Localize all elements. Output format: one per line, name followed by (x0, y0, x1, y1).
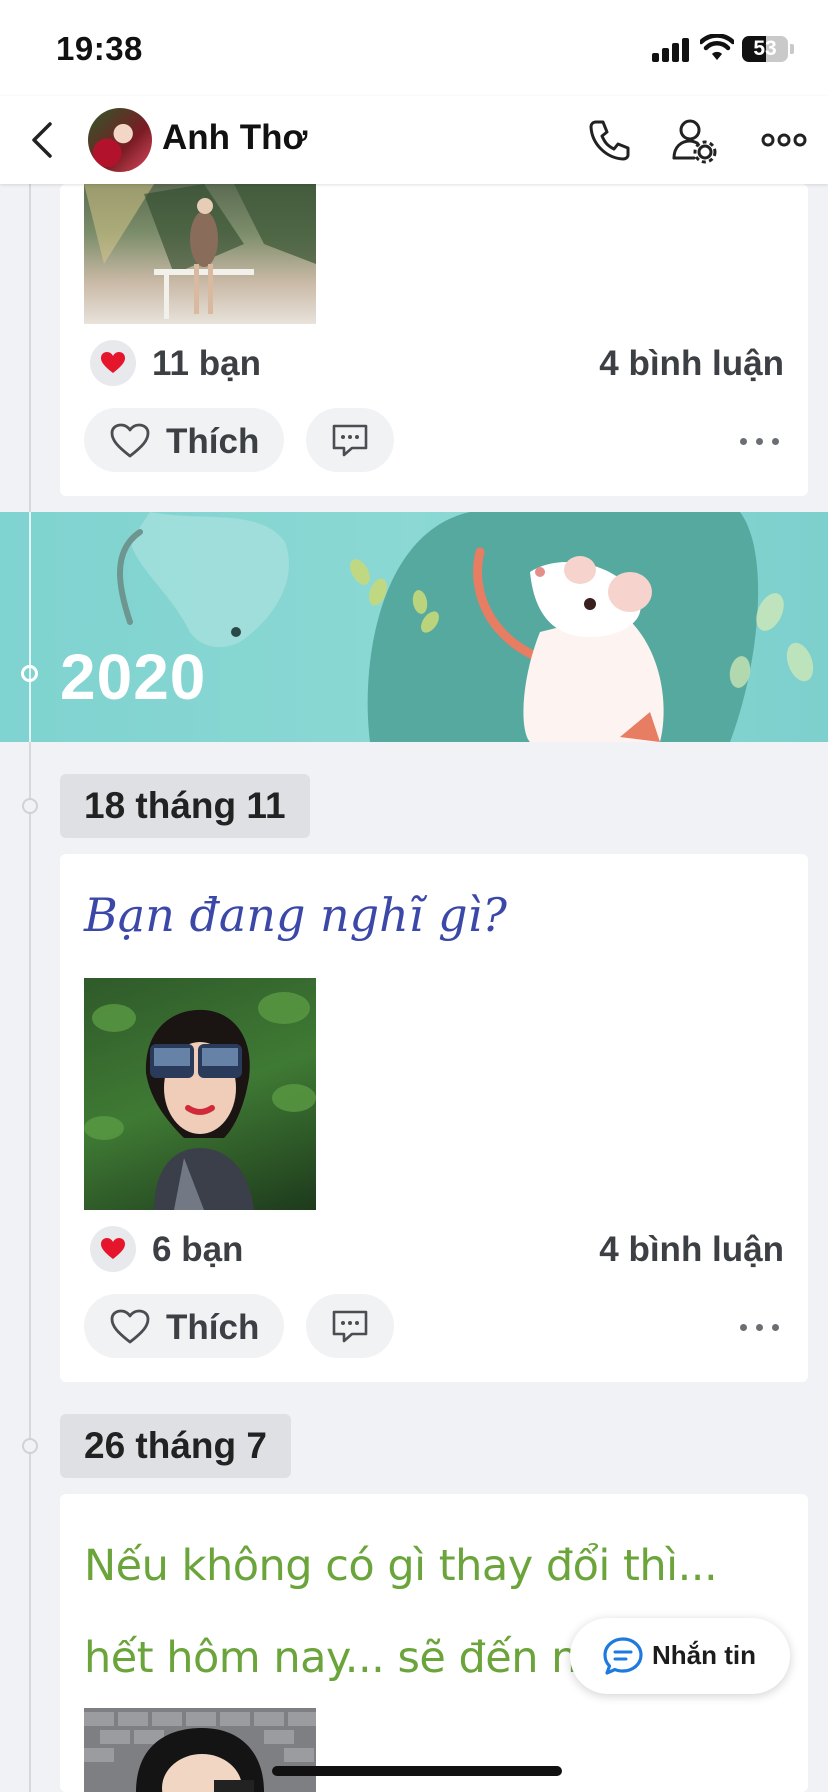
cellular-signal-icon (652, 38, 690, 62)
comment-button[interactable] (306, 408, 394, 472)
comment-icon (332, 424, 368, 457)
likes-count[interactable]: 6 bạn (152, 1230, 243, 1270)
home-indicator[interactable] (272, 1766, 562, 1776)
message-button[interactable]: Nhắn tin (570, 1618, 790, 1694)
heart-outline-icon (110, 1309, 150, 1344)
timeline-dot (22, 1438, 38, 1454)
date-label: 26 tháng 7 (60, 1414, 291, 1478)
heart-outline-icon (110, 423, 150, 458)
user-settings-icon[interactable] (668, 114, 720, 166)
profile-name[interactable]: Anh Thơ (162, 118, 307, 158)
avatar[interactable] (88, 108, 152, 172)
post-card[interactable]: 11 bạn 4 bình luận Thích (60, 184, 808, 496)
like-label: Thích (166, 422, 260, 461)
comments-count[interactable]: 4 bình luận (599, 344, 784, 384)
banner-year: 2020 (60, 641, 207, 713)
battery-tip (790, 44, 794, 54)
phone-icon[interactable] (584, 114, 636, 166)
timeline-line (29, 184, 31, 1792)
more-horizontal-icon[interactable] (758, 114, 810, 166)
message-label: Nhắn tin (652, 1640, 756, 1670)
chat-bubble-icon (603, 1637, 643, 1675)
status-time: 19:38 (56, 30, 143, 67)
battery-icon: 53 (742, 36, 788, 62)
year-banner: 2020 (0, 512, 828, 742)
reactions-row: 6 bạn 4 bình luận (60, 1222, 808, 1278)
post-photo[interactable] (84, 184, 316, 324)
heart-reaction-icon[interactable] (90, 1226, 136, 1272)
post-photo[interactable] (84, 1708, 316, 1792)
timeline-dot (22, 798, 38, 814)
post-photo[interactable] (84, 978, 316, 1210)
date-label: 18 tháng 11 (60, 774, 310, 838)
wifi-icon (700, 34, 734, 60)
post-text[interactable]: Bạn đang nghĩ gì? (84, 888, 507, 942)
post-card[interactable]: Bạn đang nghĩ gì? 6 bạn 4 bình luận Thíc… (60, 854, 808, 1382)
year-dot (21, 665, 38, 682)
post-more-icon[interactable] (736, 420, 784, 460)
reactions-row: 11 bạn 4 bình luận (60, 336, 808, 392)
heart-reaction-icon[interactable] (90, 340, 136, 386)
like-button[interactable]: Thích (84, 1294, 284, 1358)
comment-icon (332, 1310, 368, 1343)
post-more-icon[interactable] (736, 1306, 784, 1346)
comments-count[interactable]: 4 bình luận (599, 1230, 784, 1270)
likes-count[interactable]: 11 bạn (152, 344, 261, 384)
profile-header: Anh Thơ (0, 96, 828, 184)
back-chevron-icon[interactable] (22, 116, 66, 164)
comment-button[interactable] (306, 1294, 394, 1358)
like-label: Thích (166, 1308, 260, 1347)
battery-level: 53 (753, 37, 777, 60)
like-button[interactable]: Thích (84, 408, 284, 472)
status-bar: 19:38 53 (0, 0, 828, 96)
timeline-line-banner (29, 512, 31, 742)
